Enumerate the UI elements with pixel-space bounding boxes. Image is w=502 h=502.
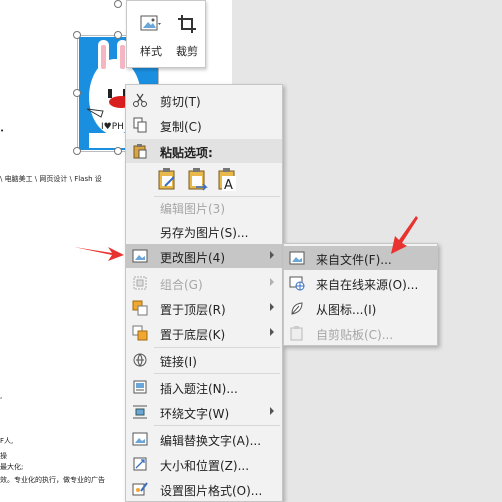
menu-item-label: 另存为图片(S)...: [160, 226, 249, 240]
annotation-arrow-icon: [74, 247, 124, 261]
paste-text-only-icon: A: [218, 168, 236, 193]
resize-handle[interactable]: [73, 89, 81, 97]
submenu-item-label: 来自文件(F)...: [316, 253, 392, 267]
size-position-icon: [133, 457, 147, 471]
submenu-item-label: 来自在线来源(O)...: [316, 278, 419, 292]
paste-text-only-button[interactable]: A: [216, 167, 240, 193]
menu-item-change-picture[interactable]: 更改图片(4): [126, 244, 282, 268]
menu-item-edit-alt-text[interactable]: 编辑替换文字(A)...: [126, 427, 282, 451]
picture-style-icon: [140, 15, 161, 31]
context-menu: 剪切(T) 复制(C) 粘贴选项: A 编辑图片(3) 另存为图片(S)... …: [125, 84, 283, 502]
paste-icon: [133, 144, 147, 159]
menu-item-send-to-back[interactable]: 置于底层(K): [126, 321, 282, 345]
online-source-icon: [289, 276, 305, 291]
submenu-item-online-source[interactable]: 来自在线来源(O)...: [284, 271, 437, 295]
change-picture-icon: [132, 249, 148, 263]
doc-text-line: 操: [0, 452, 7, 460]
menu-item-group[interactable]: 组合(G): [126, 271, 282, 295]
menu-item-label: 插入题注(N)...: [160, 382, 238, 396]
submenu-arrow-icon: [270, 328, 274, 336]
doc-text-line: \ 电脑美工 \ 网页设计 \ Flash 设: [0, 175, 102, 183]
annotation-arrow-icon: [391, 216, 418, 254]
menu-item-label: 置于底层(K): [160, 328, 226, 342]
menu-item-label: 编辑图片(3): [160, 202, 225, 216]
caption-icon: [133, 380, 147, 394]
menu-item-format-picture[interactable]: 设置图片格式(O)...: [126, 477, 282, 501]
menu-item-save-as-picture[interactable]: 另存为图片(S)...: [126, 219, 282, 243]
menu-item-label: 复制(C): [160, 120, 202, 134]
resize-handle[interactable]: [114, 147, 122, 155]
doc-text-line: 最大化;: [0, 463, 24, 471]
change-picture-submenu: 来自文件(F)... 来自在线来源(O)... 从图标...(I) 自剪贴板(C…: [283, 243, 438, 346]
bring-front-icon: [132, 300, 148, 316]
submenu-item-label: 自剪贴板(C)...: [316, 328, 394, 342]
paste-merge-format-icon: [188, 168, 208, 191]
style-button-label: 样式: [140, 45, 162, 58]
submenu-arrow-icon: [270, 278, 274, 286]
menu-item-label: 更改图片(4): [160, 251, 225, 265]
paste-options-label: 粘贴选项:: [160, 146, 213, 160]
svg-text:A: A: [224, 178, 233, 193]
submenu-item-from-icons[interactable]: 从图标...(I): [284, 296, 437, 320]
menu-item-label: 组合(G): [160, 278, 203, 292]
menu-item-label: 编辑替换文字(A)...: [160, 434, 262, 448]
scissors-icon: [133, 93, 147, 107]
submenu-item-label: 从图标...(I): [316, 303, 377, 317]
doc-text-fragment: •: [0, 127, 5, 135]
resize-handle[interactable]: [73, 147, 81, 155]
menu-item-cut[interactable]: 剪切(T): [126, 88, 282, 112]
menu-item-link[interactable]: 链接(I): [126, 348, 282, 372]
link-icon: [133, 353, 147, 367]
menu-item-label: 设置图片格式(O)...: [160, 484, 263, 498]
copy-icon: [133, 117, 147, 133]
crop-icon: [178, 15, 196, 33]
menu-item-size-position[interactable]: 大小和位置(Z)...: [126, 452, 282, 476]
doc-text-line: F人,: [0, 437, 14, 445]
submenu-arrow-icon: [270, 407, 274, 415]
menu-separator: [154, 425, 280, 426]
submenu-arrow-icon: [270, 251, 274, 259]
crop-button[interactable]: 裁剪: [169, 5, 205, 63]
submenu-arrow-icon: [270, 303, 274, 311]
send-back-icon: [132, 325, 148, 341]
from-icons-icon: [291, 302, 303, 315]
menu-item-label: 置于顶层(R): [160, 303, 226, 317]
submenu-item-from-clipboard[interactable]: 自剪贴板(C)...: [284, 321, 437, 345]
menu-item-wrap-text[interactable]: 环绕文字(W): [126, 400, 282, 424]
paste-merge-format-button[interactable]: [186, 167, 210, 193]
doc-text-fragment: ,: [0, 392, 3, 400]
picture-mini-toolbar: 样式 裁剪: [126, 0, 206, 68]
resize-handle[interactable]: [114, 31, 122, 39]
paste-keep-format-button[interactable]: [156, 167, 180, 193]
menu-item-bring-to-front[interactable]: 置于顶层(R): [126, 296, 282, 320]
menu-separator: [154, 373, 280, 374]
format-picture-icon: [132, 482, 148, 496]
group-icon: [133, 276, 147, 290]
menu-item-label: 链接(I): [160, 355, 197, 369]
alt-text-icon: [132, 432, 148, 446]
paste-options-header: 粘贴选项:: [126, 139, 282, 163]
doc-text-line: 效。专业化的执行，做专业的广告: [0, 476, 105, 484]
wrap-text-icon: [133, 405, 147, 419]
menu-item-copy[interactable]: 复制(C): [126, 113, 282, 137]
rotate-handle[interactable]: [114, 0, 122, 8]
menu-item-label: 剪切(T): [160, 95, 201, 109]
style-button[interactable]: 样式: [133, 5, 169, 63]
from-file-icon: [289, 251, 305, 265]
paste-keep-format-icon: [158, 168, 175, 190]
menu-item-insert-caption[interactable]: 插入题注(N)...: [126, 375, 282, 399]
menu-item-label: 环绕文字(W): [160, 407, 230, 421]
resize-handle[interactable]: [73, 31, 81, 39]
menu-item-edit-picture[interactable]: 编辑图片(3): [126, 195, 282, 219]
from-clipboard-icon: [290, 326, 303, 341]
crop-button-label: 裁剪: [176, 45, 198, 58]
menu-item-label: 大小和位置(Z)...: [160, 459, 250, 473]
